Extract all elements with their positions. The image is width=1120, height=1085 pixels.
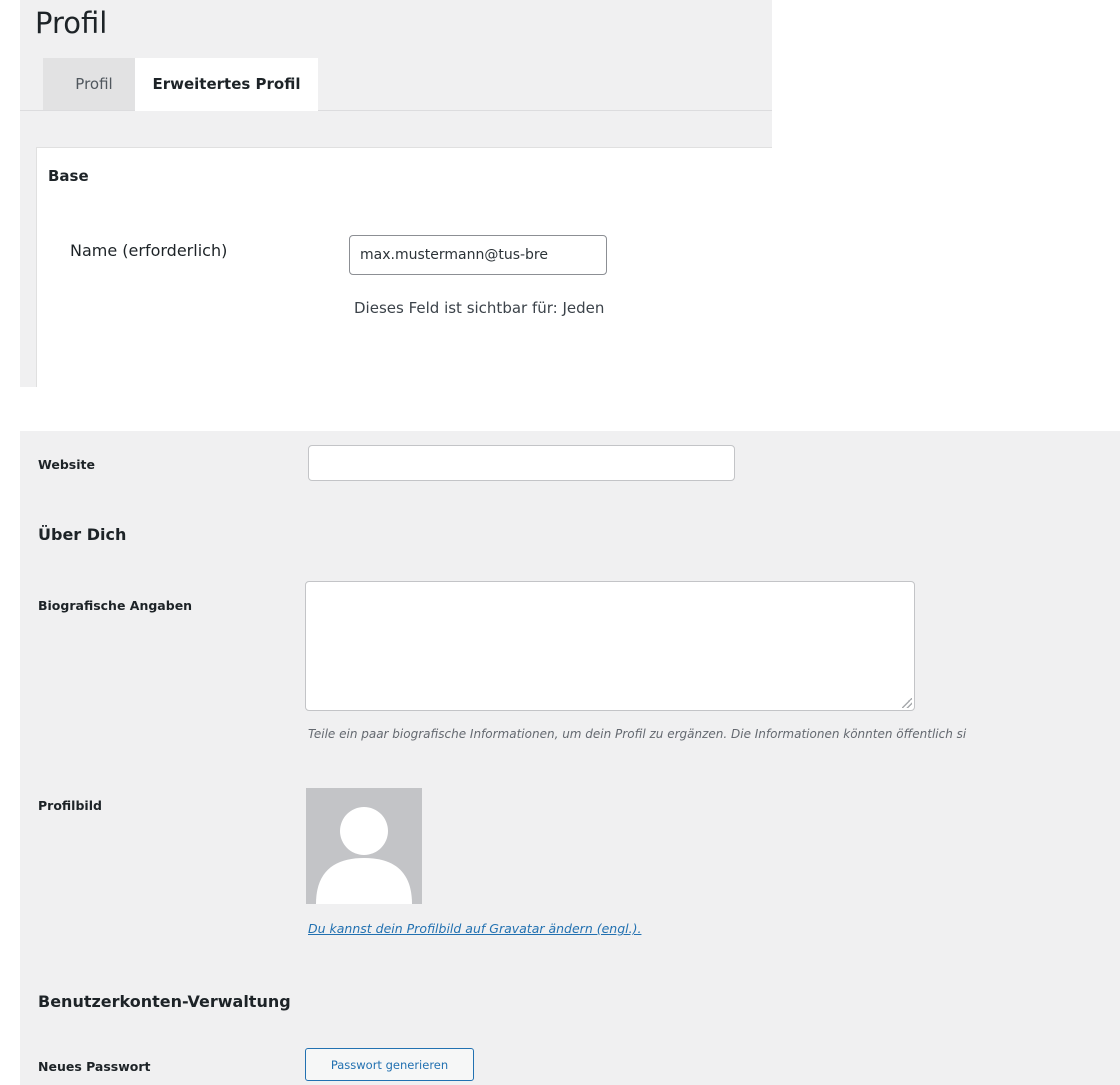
- avatar-label: Profilbild: [38, 798, 102, 813]
- gravatar-link[interactable]: Du kannst dein Profilbild auf Gravatar ä…: [308, 921, 641, 936]
- extended-profile-panel: Profil Profil Erweitertes Profil Base Na…: [20, 0, 772, 387]
- website-label: Website: [38, 457, 95, 472]
- bio-label: Biografische Angaben: [38, 598, 193, 613]
- person-silhouette-icon: [306, 788, 422, 904]
- generate-password-button[interactable]: Passwort generieren: [305, 1048, 474, 1081]
- account-section-heading: Benutzerkonten-Verwaltung: [38, 992, 291, 1011]
- field-group-heading: Base: [48, 167, 89, 185]
- name-field-label: Name (erforderlich): [70, 241, 228, 260]
- profile-tab-bar: Profil Erweitertes Profil: [20, 58, 772, 111]
- page-title: Profil: [35, 6, 108, 40]
- tab-erweitertes-profil[interactable]: Erweitertes Profil: [135, 58, 318, 111]
- field-visibility-note: Dieses Feld ist sichtbar für: Jeden: [354, 299, 605, 317]
- bio-textarea[interactable]: [305, 581, 915, 711]
- screenshot: Profil Profil Erweitertes Profil Base Na…: [0, 0, 1120, 1085]
- bio-hint: Teile ein paar biografische Informatione…: [308, 727, 967, 741]
- about-section-heading: Über Dich: [38, 525, 127, 544]
- tab-profil[interactable]: Profil: [43, 58, 145, 110]
- user-profile-panel: Website Über Dich Biografische Angaben T…: [20, 431, 1120, 1085]
- resize-grip-icon[interactable]: [902, 698, 912, 708]
- website-input[interactable]: [308, 445, 735, 481]
- avatar: [306, 788, 422, 904]
- new-password-label: Neues Passwort: [38, 1059, 151, 1074]
- name-input[interactable]: max.mustermann@tus-bre: [349, 235, 607, 275]
